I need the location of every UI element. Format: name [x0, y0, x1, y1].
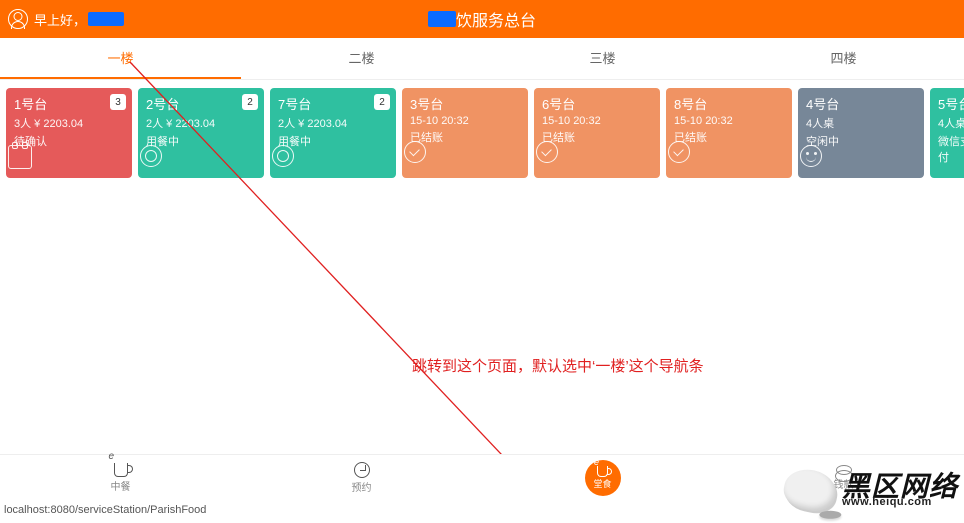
greeting-mask — [88, 12, 124, 26]
card-title: 2号台 — [146, 94, 256, 113]
card-info: 3人 ¥ 2203.04 — [14, 115, 124, 131]
annotation-text: 跳转到这个页面，默认选中‘一楼’这个导航条 — [412, 355, 704, 376]
nav-reserve[interactable]: 预约 — [241, 455, 482, 500]
nav-label: 堂食 — [593, 477, 611, 490]
table-card[interactable]: 1号台 3人 ¥ 2203.04 待确认 3 — [6, 88, 132, 178]
card-title: 1号台 — [14, 94, 124, 113]
tab-floor-4[interactable]: 四楼 — [723, 38, 964, 79]
clock-icon — [354, 462, 370, 478]
table-cards-row: 1号台 3人 ¥ 2203.04 待确认 3 2号台 2人 ¥ 2203.04 … — [0, 80, 964, 178]
tab-floor-1[interactable]: 一楼 — [0, 38, 241, 79]
table-card[interactable]: 2号台 2人 ¥ 2203.04 用餐中 2 — [138, 88, 264, 178]
calendar-icon — [8, 145, 32, 169]
title-mask — [428, 11, 456, 27]
card-title: 5号台 — [938, 94, 964, 113]
coins-icon — [836, 465, 852, 475]
dish-icon — [272, 145, 294, 167]
nav-label: 预约 — [352, 479, 372, 494]
nav-hall-food[interactable]: 堂食 — [482, 455, 723, 500]
card-badge: 2 — [242, 94, 258, 110]
card-status: 空闲中 — [806, 133, 916, 149]
table-card[interactable]: 4号台 4人桌 空闲中 — [798, 88, 924, 178]
table-card[interactable]: 3号台 15-10 20:32 已结账 — [402, 88, 528, 178]
card-status: 用餐中 — [146, 133, 256, 149]
card-info: 15-10 20:32 — [410, 115, 520, 127]
card-title: 6号台 — [542, 94, 652, 113]
card-title: 8号台 — [674, 94, 784, 113]
card-status: 微信支付 — [938, 133, 964, 165]
avatar-icon[interactable] — [8, 9, 28, 29]
table-card[interactable]: 6号台 15-10 20:32 已结账 — [534, 88, 660, 178]
card-info: 4人桌 — [938, 115, 964, 131]
table-card[interactable]: 7号台 2人 ¥ 2203.04 用餐中 2 — [270, 88, 396, 178]
check-icon — [668, 141, 690, 163]
tab-floor-3[interactable]: 三楼 — [482, 38, 723, 79]
card-badge: 3 — [110, 94, 126, 110]
status-bar: localhost:8080/serviceStation/ParishFood — [0, 502, 210, 518]
check-icon — [536, 141, 558, 163]
nav-money[interactable]: 钱款 — [723, 455, 964, 500]
card-status: 已结账 — [674, 129, 784, 145]
card-badge: 2 — [374, 94, 390, 110]
cup-icon — [597, 466, 608, 477]
bottom-nav: 中餐 预约 堂食 钱款 — [0, 454, 964, 500]
table-card[interactable]: 5号台 4人桌 微信支付 — [930, 88, 964, 178]
card-title: 4号台 — [806, 94, 916, 113]
card-info: 2人 ¥ 2203.04 — [146, 115, 256, 131]
card-info: 4人桌 — [806, 115, 916, 131]
card-title: 7号台 — [278, 94, 388, 113]
top-header: 早上好， 饮服务总台 — [0, 0, 964, 38]
card-info: 15-10 20:32 — [542, 115, 652, 127]
table-card[interactable]: 8号台 15-10 20:32 已结账 — [666, 88, 792, 178]
card-status: 用餐中 — [278, 133, 388, 149]
tab-floor-2[interactable]: 二楼 — [241, 38, 482, 79]
cup-icon — [114, 463, 128, 477]
floor-tabs: 一楼 二楼 三楼 四楼 — [0, 38, 964, 80]
card-status: 已结账 — [542, 129, 652, 145]
card-info: 2人 ¥ 2203.04 — [278, 115, 388, 131]
nav-label: 中餐 — [111, 478, 131, 493]
face-icon — [800, 145, 822, 167]
page-title: 饮服务总台 — [456, 7, 536, 31]
card-info: 15-10 20:32 — [674, 115, 784, 127]
nav-dinein[interactable]: 中餐 — [0, 455, 241, 500]
check-icon — [404, 141, 426, 163]
card-status: 已结账 — [410, 129, 520, 145]
greeting-text: 早上好， — [34, 10, 86, 29]
card-title: 3号台 — [410, 94, 520, 113]
dish-icon — [140, 145, 162, 167]
